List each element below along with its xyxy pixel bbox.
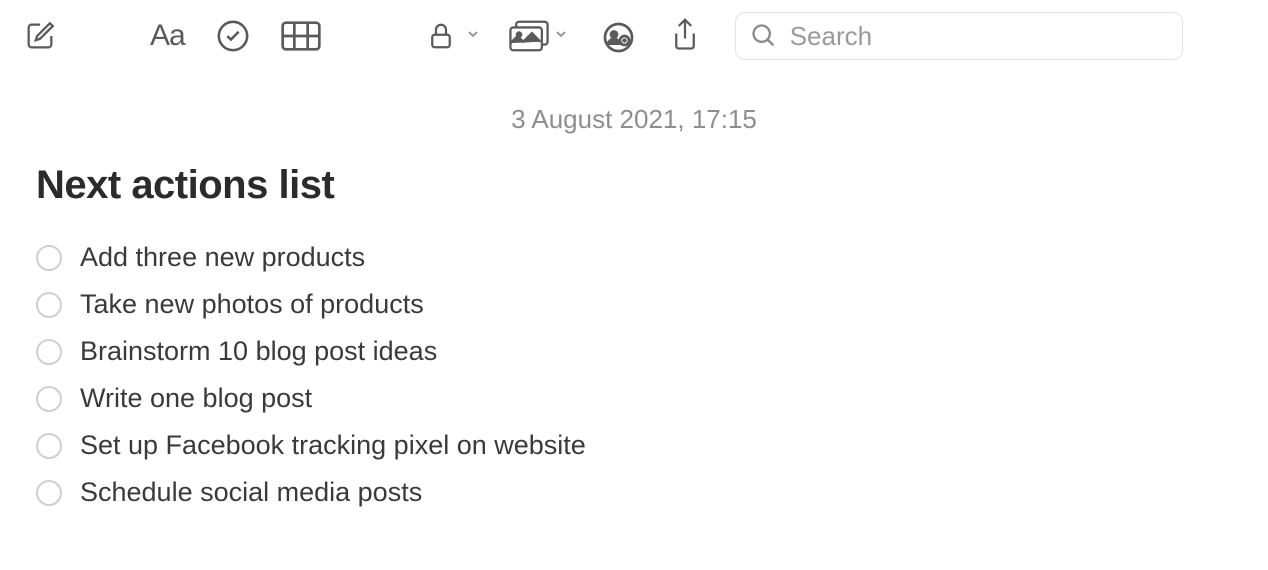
chevron-down-icon <box>553 26 569 47</box>
checkbox[interactable] <box>36 433 62 459</box>
search-wrapper <box>735 12 1183 60</box>
search-icon <box>750 22 778 50</box>
lock-icon <box>421 16 461 56</box>
lock-button[interactable] <box>421 16 481 56</box>
checkbox[interactable] <box>36 245 62 271</box>
tools-group <box>421 16 705 56</box>
checklist-icon[interactable] <box>213 16 253 56</box>
checklist-item: Write one blog post <box>36 383 1232 414</box>
content-area: 3 August 2021, 17:15 Next actions list A… <box>0 104 1268 508</box>
checklist-item: Take new photos of products <box>36 289 1232 320</box>
note-timestamp: 3 August 2021, 17:15 <box>36 104 1232 135</box>
compose-icon[interactable] <box>20 16 60 56</box>
media-button[interactable] <box>509 16 569 56</box>
chevron-down-icon <box>465 26 481 47</box>
collaborate-icon[interactable] <box>597 16 637 56</box>
share-icon[interactable] <box>665 16 705 56</box>
search-field[interactable] <box>735 12 1183 60</box>
table-icon[interactable] <box>281 16 321 56</box>
media-icon <box>509 16 549 56</box>
checklist-item: Brainstorm 10 blog post ideas <box>36 336 1232 367</box>
checklist-item: Set up Facebook tracking pixel on websit… <box>36 430 1232 461</box>
note-title[interactable]: Next actions list <box>36 163 1232 208</box>
toolbar: Aa <box>0 0 1268 72</box>
checklist-item: Add three new products <box>36 242 1232 273</box>
format-group: Aa <box>150 16 321 56</box>
checklist-text[interactable]: Set up Facebook tracking pixel on websit… <box>80 430 586 461</box>
checklist-text[interactable]: Schedule social media posts <box>80 477 422 508</box>
checkbox[interactable] <box>36 386 62 412</box>
checkbox[interactable] <box>36 292 62 318</box>
format-button[interactable]: Aa <box>150 19 185 53</box>
checklist-text[interactable]: Brainstorm 10 blog post ideas <box>80 336 437 367</box>
checkbox[interactable] <box>36 480 62 506</box>
checklist-text[interactable]: Take new photos of products <box>80 289 424 320</box>
checklist-text[interactable]: Write one blog post <box>80 383 312 414</box>
checklist: Add three new products Take new photos o… <box>36 242 1232 508</box>
checkbox[interactable] <box>36 339 62 365</box>
checklist-item: Schedule social media posts <box>36 477 1232 508</box>
search-input[interactable] <box>790 21 1168 52</box>
checklist-text[interactable]: Add three new products <box>80 242 365 273</box>
